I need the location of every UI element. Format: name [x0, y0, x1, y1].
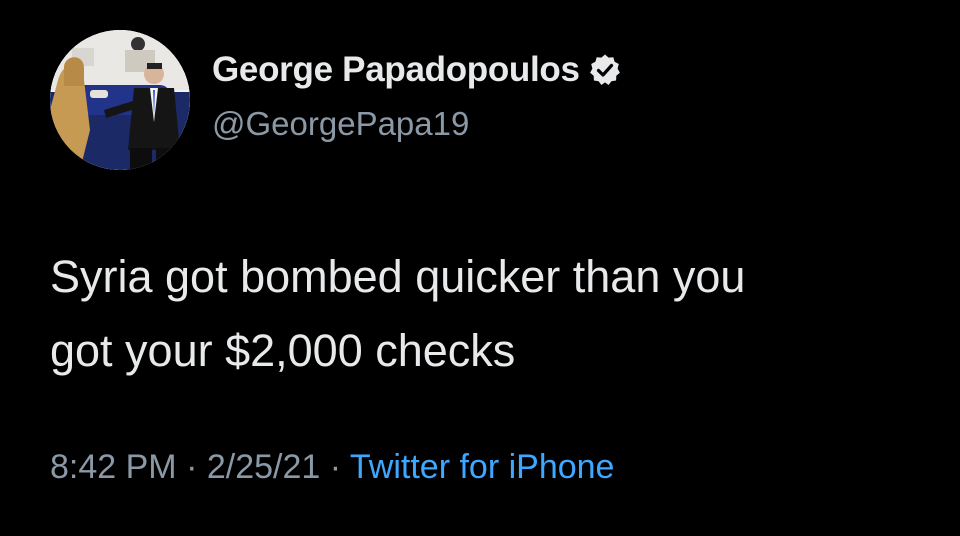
profile-photo-icon [50, 30, 190, 170]
tweet-date[interactable]: 2/25/21 [207, 448, 320, 486]
tweet-text: Syria got bombed quicker than you got yo… [50, 240, 950, 388]
tweet-text-line-1: Syria got bombed quicker than you [50, 251, 746, 302]
handle[interactable]: @GeorgePapa19 [212, 105, 469, 143]
meta-separator: · [320, 448, 350, 486]
tweet-text-line-2: got your $2,000 checks [50, 325, 516, 376]
tweet-source-link[interactable]: Twitter for iPhone [350, 448, 615, 486]
verified-badge-icon [588, 53, 622, 87]
author-name-row[interactable]: George Papadopoulos [212, 50, 622, 90]
avatar[interactable] [50, 30, 190, 170]
meta-separator: · [176, 448, 207, 486]
tweet-time[interactable]: 8:42 PM [50, 448, 177, 486]
display-name[interactable]: George Papadopoulos [212, 50, 580, 90]
tweet-meta: 8:42 PM · 2/25/21 · Twitter for iPhone [50, 448, 614, 487]
